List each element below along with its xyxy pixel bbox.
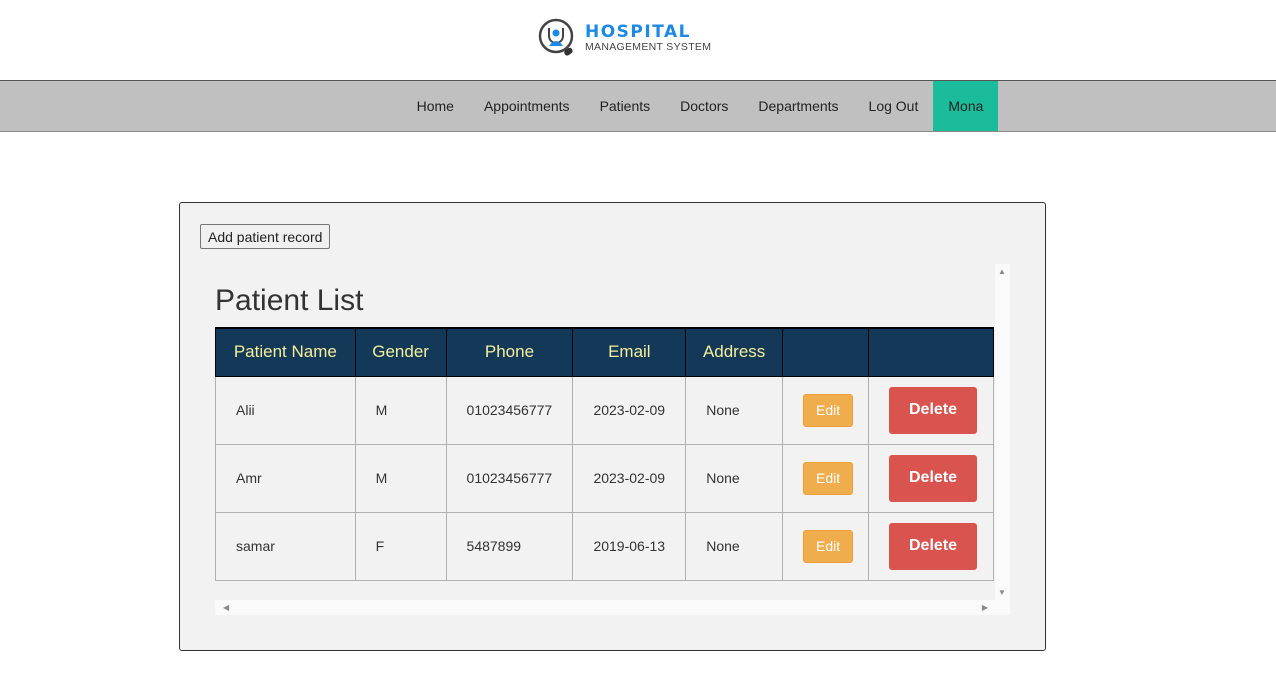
cell-name: Amr (215, 443, 356, 513)
table-row: Alii M 01023456777 2023-02-09 None Edit … (215, 375, 994, 445)
cell-gender: F (354, 511, 447, 581)
cell-phone: 01023456777 (445, 375, 574, 445)
scroll-up-arrow-icon[interactable]: ▲ (998, 267, 1006, 276)
cell-name: samar (215, 511, 356, 581)
nav-user-mona[interactable]: Mona (933, 81, 999, 131)
delete-button[interactable]: Delete (889, 522, 977, 570)
table-scroll-area[interactable]: Patient List Patient Name Gender Phone E… (215, 264, 1010, 615)
nav-doctors[interactable]: Doctors (665, 81, 743, 131)
cell-email: 2019-06-13 (572, 511, 687, 581)
cell-name: Alii (215, 375, 356, 445)
horizontal-scrollbar[interactable]: ◀ ▶ (215, 600, 1010, 615)
logo: HOSPITAL MANAGEMENT SYSTEM (537, 16, 711, 60)
cell-phone: 01023456777 (445, 443, 574, 513)
nav-home[interactable]: Home (402, 81, 469, 131)
stethoscope-logo-icon (538, 18, 574, 56)
col-edit (782, 327, 869, 377)
edit-button[interactable]: Edit (803, 393, 854, 427)
cell-gender: M (354, 443, 447, 513)
col-phone: Phone (445, 327, 574, 377)
nav-logout[interactable]: Log Out (854, 81, 934, 131)
edit-button[interactable]: Edit (803, 461, 854, 495)
col-delete (868, 327, 994, 377)
table-row: Amr M 01023456777 2023-02-09 None Edit D… (215, 443, 994, 513)
cell-address: None (685, 511, 784, 581)
cell-address: None (685, 443, 784, 513)
logo-subtitle: MANAGEMENT SYSTEM (585, 40, 712, 53)
scroll-left-arrow-icon[interactable]: ◀ (223, 603, 229, 612)
table-row: samar F 5487899 2019-06-13 None Edit Del… (215, 511, 994, 581)
vertical-scrollbar[interactable]: ▲ ▼ (995, 264, 1010, 600)
col-address: Address (685, 327, 784, 377)
nav-departments[interactable]: Departments (743, 81, 853, 131)
delete-button[interactable]: Delete (889, 386, 977, 434)
edit-button[interactable]: Edit (803, 529, 854, 563)
col-email: Email (572, 327, 687, 377)
scroll-down-arrow-icon[interactable]: ▼ (998, 588, 1006, 597)
cell-gender: M (354, 375, 447, 445)
cell-phone: 5487899 (445, 511, 574, 581)
table-header: Patient Name Gender Phone Email Address (215, 327, 994, 377)
cell-email: 2023-02-09 (572, 443, 687, 513)
delete-button[interactable]: Delete (889, 454, 977, 502)
cell-email: 2023-02-09 (572, 375, 687, 445)
col-patient-name: Patient Name (215, 327, 356, 377)
nav-patients[interactable]: Patients (585, 81, 666, 131)
logo-title: HOSPITAL (585, 21, 691, 42)
nav-appointments[interactable]: Appointments (469, 81, 585, 131)
page-title: Patient List (215, 284, 364, 317)
add-patient-button[interactable]: Add patient record (200, 224, 331, 249)
patient-table: Patient Name Gender Phone Email Address … (215, 327, 994, 581)
cell-address: None (685, 375, 784, 445)
main-nav: Home Appointments Patients Doctors Depar… (0, 80, 1276, 132)
col-gender: Gender (354, 327, 447, 377)
patient-panel: Add patient record Patient List Patient … (179, 202, 1046, 651)
scroll-right-arrow-icon[interactable]: ▶ (982, 603, 988, 612)
